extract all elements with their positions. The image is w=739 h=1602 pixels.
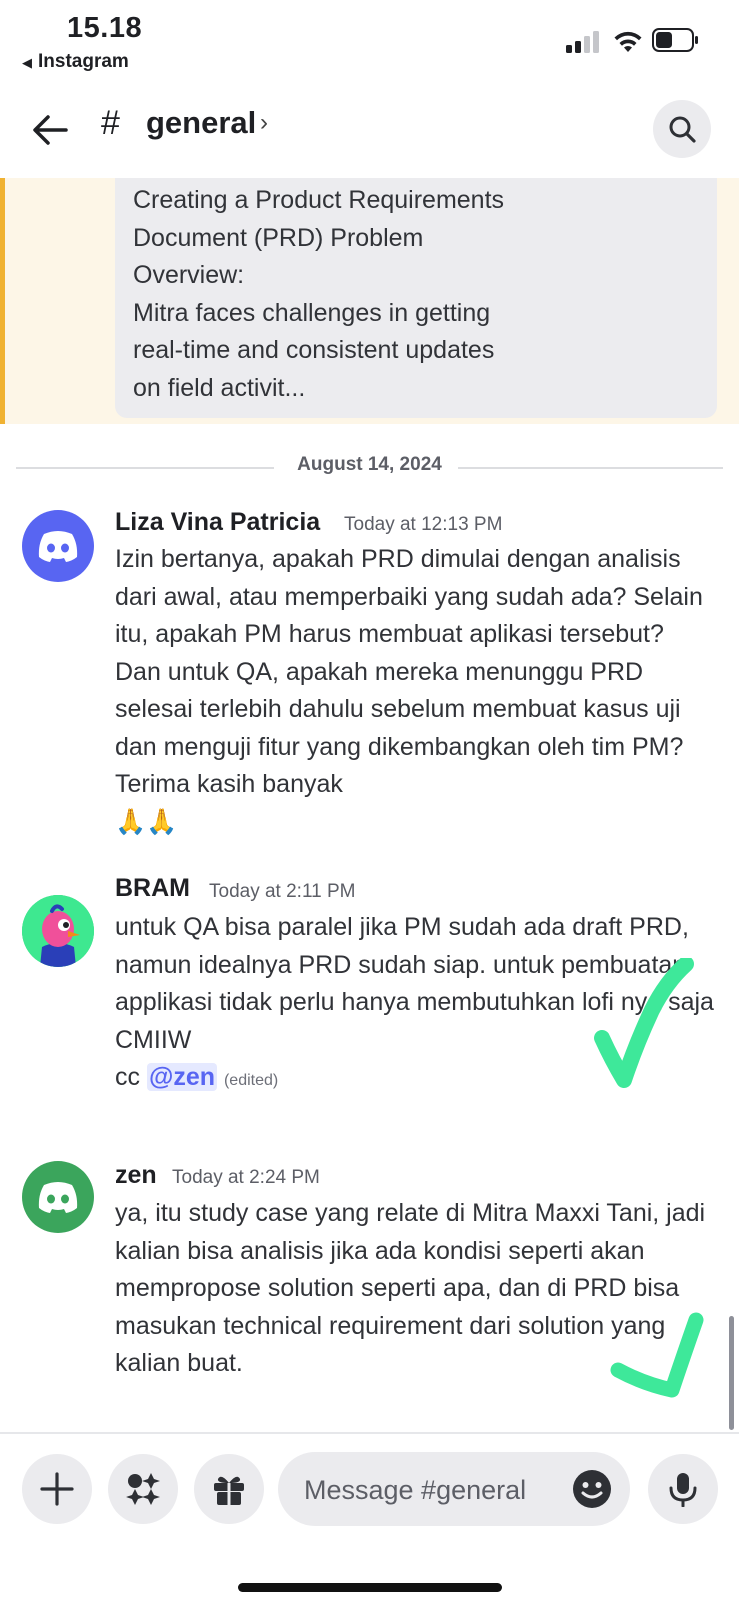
date-divider: August 14, 2024 xyxy=(297,454,442,475)
message-author[interactable]: zen xyxy=(115,1161,157,1190)
battery-icon xyxy=(652,28,698,52)
apps-sparkle-icon xyxy=(126,1473,160,1505)
emoji-icon[interactable] xyxy=(572,1469,612,1509)
user-mention[interactable]: @zen xyxy=(146,1063,218,1091)
highlighted-message: Creating a Product Requirements Document… xyxy=(0,178,739,424)
avatar[interactable] xyxy=(22,895,94,967)
message-text-content: Izin bertanya, apakah PRD dimulai dengan… xyxy=(115,545,703,798)
message-emoji: 🙏🙏 xyxy=(115,807,178,836)
chevron-right-icon[interactable]: › xyxy=(260,109,268,137)
back-app-label: Instagram xyxy=(38,51,129,72)
bird-character-avatar-icon xyxy=(22,895,94,967)
date-divider-line-left xyxy=(16,467,274,469)
avatar[interactable] xyxy=(22,1161,94,1233)
gift-icon xyxy=(214,1476,244,1505)
plus-icon xyxy=(40,1472,74,1506)
message-author[interactable]: BRAM xyxy=(115,874,190,903)
discord-logo-icon xyxy=(38,531,78,562)
message-timestamp: Today at 2:11 PM xyxy=(209,881,356,902)
channel-hash-icon: # xyxy=(101,104,120,142)
gift-button[interactable] xyxy=(194,1454,264,1524)
back-triangle-icon: ◀ xyxy=(22,55,32,70)
status-bar: 15.18 ◀ Instagram xyxy=(0,0,739,80)
back-arrow-icon[interactable] xyxy=(30,110,70,150)
highlight-accent-bar xyxy=(0,178,5,424)
message-embed[interactable]: Creating a Product Requirements Document… xyxy=(115,178,717,418)
discord-logo-icon xyxy=(38,1182,78,1213)
wifi-icon xyxy=(614,31,642,52)
cc-prefix: cc xyxy=(115,1063,147,1091)
scrollbar[interactable] xyxy=(729,1316,734,1430)
channel-title[interactable]: general xyxy=(146,105,256,141)
add-attachment-button[interactable] xyxy=(22,1454,92,1524)
search-button[interactable] xyxy=(653,100,711,158)
apps-button[interactable] xyxy=(108,1454,178,1524)
checkmark-annotation-icon xyxy=(610,1312,704,1398)
edited-label: (edited) xyxy=(223,1072,279,1089)
message-composer xyxy=(0,1432,739,1602)
message-input[interactable] xyxy=(302,1470,566,1510)
status-time: 15.18 xyxy=(67,12,143,44)
message-input-container xyxy=(278,1452,630,1526)
message-timestamp: Today at 12:13 PM xyxy=(344,514,503,535)
cellular-signal-icon xyxy=(566,31,599,53)
message-author[interactable]: Liza Vina Patricia xyxy=(115,508,320,537)
search-icon xyxy=(669,116,696,143)
message-text: Izin bertanya, apakah PRD dimulai dengan… xyxy=(115,541,715,841)
channel-header: # general › xyxy=(0,82,739,180)
embed-text: Creating a Product Requirements Document… xyxy=(133,186,505,402)
checkmark-annotation-icon xyxy=(594,958,694,1088)
back-to-app-link[interactable]: ◀ Instagram xyxy=(22,51,129,73)
message-timestamp: Today at 2:24 PM xyxy=(172,1167,320,1188)
voice-message-button[interactable] xyxy=(648,1454,718,1524)
microphone-icon xyxy=(669,1473,697,1507)
avatar[interactable] xyxy=(22,510,94,582)
home-indicator[interactable] xyxy=(238,1583,502,1592)
date-divider-line-right xyxy=(458,467,723,469)
